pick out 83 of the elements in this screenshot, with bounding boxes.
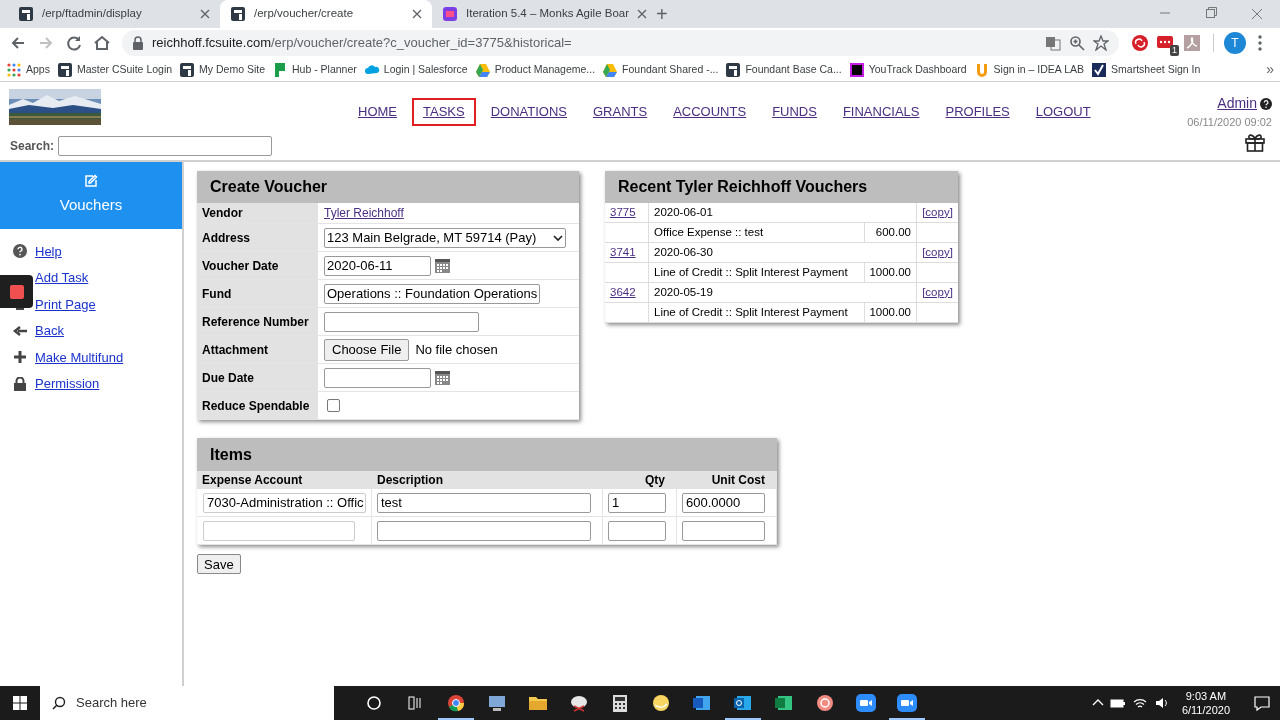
input-field[interactable]: 1 [608, 492, 666, 513]
address-dropdown[interactable]: 123 Main Belgrade, MT 59714 (Pay) [324, 227, 566, 248]
file-status: No file chosen [415, 340, 498, 359]
field-label: Reduce Spendable [197, 392, 318, 419]
sidebar-link[interactable]: Help [35, 241, 62, 261]
field-label: Fund [197, 280, 318, 307]
copy-link[interactable]: [copy] [922, 283, 953, 302]
bookmark[interactable]: My Demo Site [179, 61, 265, 78]
search-label: Search: [10, 138, 55, 155]
panel-title: Recent Tyler Reichhoff Vouchers [605, 171, 958, 203]
nav-link[interactable]: FUNDS [761, 98, 828, 126]
bookmark[interactable]: Foundant Base Ca... [725, 61, 842, 78]
fund-field[interactable]: Operations :: Foundation Operations [324, 283, 541, 304]
voucher-link[interactable]: 3775 [610, 203, 636, 222]
table-cell: 2020-05-19 [649, 283, 917, 303]
taskbar-search[interactable]: Search here [40, 686, 334, 720]
bookmark[interactable]: Smartsheet Sign In [1091, 61, 1201, 78]
panel-title: Items [197, 438, 777, 471]
more-bookmarks-button[interactable]: » [1266, 59, 1274, 80]
sidebar-title: Vouchers [59, 195, 123, 216]
field-label: Address [197, 224, 318, 251]
sidebar-link[interactable]: Back [35, 321, 64, 341]
copy-link[interactable]: [copy] [922, 203, 953, 222]
field-label: Reference Number [197, 308, 318, 335]
field-label: Due Date [197, 364, 318, 391]
vendor-link[interactable]: Tyler Reichhoff [324, 204, 404, 222]
date-field[interactable]: 2020-06-11 [324, 255, 431, 276]
bookmark[interactable]: YouTrack Dashboard [848, 61, 967, 78]
bookmark[interactable]: Apps [6, 61, 50, 78]
field-label: Attachment [197, 336, 318, 363]
timestamp: 06/11/2020 09:02 [1187, 115, 1272, 130]
nav-link[interactable]: LOGOUT [1024, 98, 1102, 126]
url-text: reichhoff.fcsuite.com/erp/voucher/create?c_voucher_id=3775&historical= [152, 34, 572, 53]
bookmark[interactable]: Foundant Shared -... [602, 61, 719, 78]
sidebar-link[interactable]: Add Task [35, 268, 89, 288]
user-link[interactable]: Admin [1217, 93, 1257, 114]
field-label: Vendor [197, 203, 318, 223]
sidebar-link[interactable]: Print Page [35, 294, 96, 314]
new-tab-button[interactable]: + [650, 4, 674, 24]
table-cell: 1000.00 [865, 263, 917, 283]
nav-link[interactable]: GRANTS [582, 98, 659, 126]
browser-tab[interactable]: /erp/ftadmin/display [8, 0, 220, 28]
account-field[interactable]: 7030-Administration :: Offic [203, 492, 366, 513]
nav-link[interactable]: PROFILES [934, 98, 1021, 126]
column-header: Description [372, 471, 603, 489]
sidebar-link[interactable]: Permission [35, 374, 100, 394]
nav-link[interactable]: TASKS [412, 98, 476, 126]
bookmark[interactable]: Hub - Planner [272, 61, 357, 78]
column-header: Unit Cost [677, 471, 777, 489]
column-header: Expense Account [197, 471, 372, 489]
input-field[interactable]: 600.0000 [682, 492, 765, 513]
choose-file-button[interactable]: Choose File [324, 338, 410, 361]
column-header: Qty [603, 471, 677, 489]
table-cell: 600.00 [865, 223, 917, 243]
table-cell: Office Expense :: test [649, 223, 865, 243]
browser-tab[interactable]: /erp/voucher/create [220, 0, 432, 28]
clock[interactable]: 9:03 AM 6/11/2020 [1175, 689, 1236, 717]
table-cell: 2020-06-30 [649, 243, 917, 263]
voucher-link[interactable]: 3642 [610, 283, 636, 302]
field-label: Voucher Date [197, 252, 318, 279]
profile-avatar[interactable]: T [1224, 32, 1246, 54]
table-cell: Line of Credit :: Split Interest Payment [649, 263, 865, 283]
search-placeholder: Search here [76, 694, 147, 713]
nav-link[interactable]: HOME [347, 98, 408, 126]
copy-link[interactable]: [copy] [922, 243, 953, 262]
nav-link[interactable]: FINANCIALS [831, 98, 931, 126]
bookmark[interactable]: Login | Salesforce [363, 61, 468, 78]
notification-badge: 1 [1170, 45, 1179, 56]
panel-title: Create Voucher [197, 171, 579, 203]
save-button[interactable]: Save [197, 554, 241, 574]
table-cell: 1000.00 [865, 303, 917, 323]
table-cell: Line of Credit :: Split Interest Payment [649, 303, 865, 323]
voucher-link[interactable]: 3741 [610, 243, 636, 262]
address-bar[interactable]: reichhoff.fcsuite.com/erp/voucher/create?c_voucher_id=3775&historical= [122, 30, 1119, 56]
sidebar-link[interactable]: Make Multifund [35, 347, 124, 367]
input-field[interactable]: test [377, 492, 591, 513]
nav-link[interactable]: DONATIONS [479, 98, 578, 126]
bookmark[interactable]: Sign in – IDEA LAB [973, 61, 1085, 78]
table-cell: 2020-06-01 [649, 203, 917, 223]
bookmark[interactable]: Product Manageme... [474, 61, 596, 78]
bookmark[interactable]: Master CSuite Login [56, 61, 173, 78]
nav-link[interactable]: ACCOUNTS [662, 98, 758, 126]
browser-tab[interactable]: Iteration 5.4 – Monks Agile Boar [432, 0, 644, 28]
